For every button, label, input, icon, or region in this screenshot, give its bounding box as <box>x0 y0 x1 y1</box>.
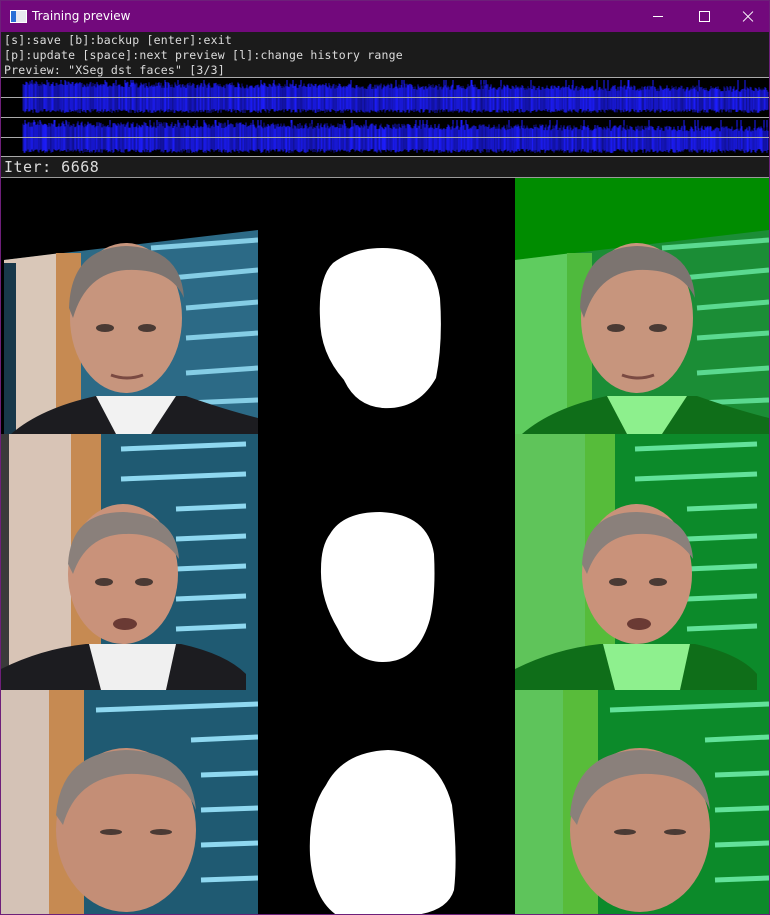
title-bar[interactable]: Training preview <box>1 1 769 32</box>
overlay-1 <box>515 178 769 434</box>
overlay-2 <box>515 434 769 690</box>
help-line-save-backup-exit: [s]:save [b]:backup [enter]:exit <box>4 33 232 47</box>
help-line-update-next-range: [p]:update [space]:next preview [l]:chan… <box>4 48 403 62</box>
face-photo-2 <box>1 434 258 690</box>
face-photo-1 <box>4 230 258 434</box>
dst-face-image <box>1 434 258 690</box>
maximize-icon <box>698 11 710 22</box>
iteration-bar: Iter: 6668 <box>1 157 769 178</box>
loss-history-plot <box>1 77 769 157</box>
window-title: Training preview <box>32 9 131 23</box>
predicted-mask-image <box>258 178 515 434</box>
face-photo-3 <box>1 690 258 914</box>
close-icon <box>742 11 754 23</box>
preview-grid <box>1 178 769 914</box>
predicted-mask-image <box>258 690 515 914</box>
app-window-icon <box>10 10 27 23</box>
maximize-button[interactable] <box>681 1 727 32</box>
mask-3 <box>309 750 456 914</box>
predicted-mask-image <box>258 434 515 690</box>
overlay-3 <box>515 690 769 914</box>
mask-overlay-image <box>515 690 769 914</box>
iteration-counter: Iter: 6668 <box>4 158 100 176</box>
preview-name-label: Preview: "XSeg dst faces" [3/3] <box>4 63 225 77</box>
training-preview-window: Training preview [s]:save [b]:backup [en… <box>0 0 770 915</box>
dst-face-image <box>1 178 258 434</box>
loss-history-graph <box>1 77 769 157</box>
close-button[interactable] <box>725 1 769 32</box>
mask-overlay-image <box>515 434 769 690</box>
minimize-icon <box>653 16 663 17</box>
mask-1 <box>319 248 441 409</box>
help-text-panel: [s]:save [b]:backup [enter]:exit [p]:upd… <box>1 32 769 77</box>
minimize-button[interactable] <box>635 1 681 32</box>
mask-overlay-image <box>515 178 769 434</box>
mask-2 <box>320 512 435 662</box>
dst-face-image <box>1 690 258 914</box>
